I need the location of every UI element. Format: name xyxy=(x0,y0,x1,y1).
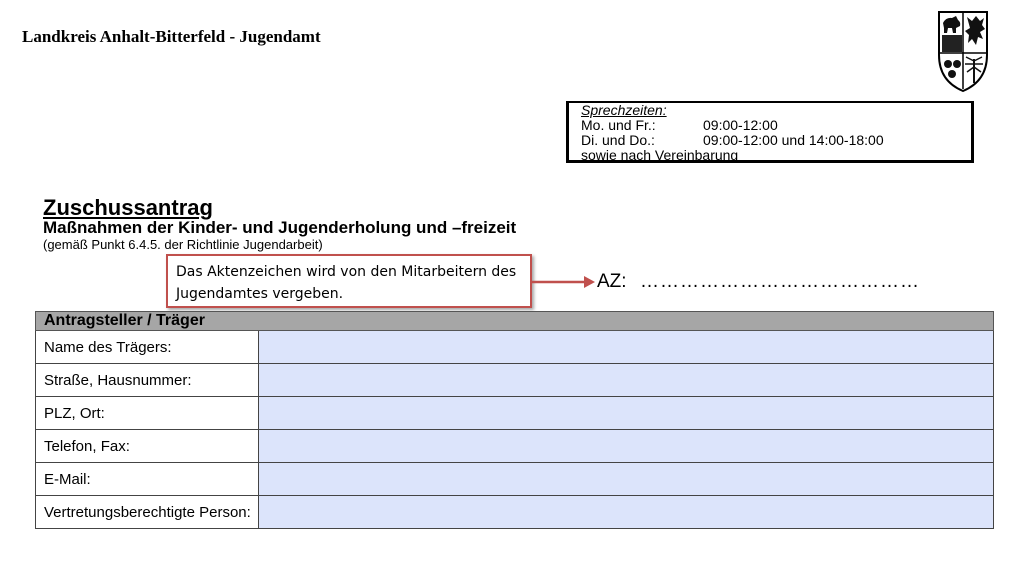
email-input[interactable] xyxy=(258,462,994,496)
form-row: Name des Trägers: xyxy=(35,330,994,364)
field-label: E-Mail: xyxy=(35,462,259,496)
form-row: Straße, Hausnummer: xyxy=(35,363,994,397)
form-section-title: Antragsteller / Träger xyxy=(35,311,994,331)
phone-fax-input[interactable] xyxy=(258,429,994,463)
document-subtitle: Maßnahmen der Kinder- und Jugenderholung… xyxy=(43,218,517,237)
document-note: (gemäß Punkt 6.4.5. der Richtlinie Jugen… xyxy=(43,237,323,252)
office-hours-times: 09:00-12:00 xyxy=(703,117,778,133)
form-section-header: Antragsteller / Träger xyxy=(35,311,994,331)
form-row: E-Mail: xyxy=(35,462,994,496)
office-hours-box: Sprechzeiten: Mo. und Fr.: 09:00-12:00 D… xyxy=(566,101,974,163)
form-row: Vertretungsberechtigte Person: xyxy=(35,495,994,529)
office-hours-days: Di. und Do.: xyxy=(581,132,655,148)
header-title: Landkreis Anhalt-Bitterfeld - Jugendamt xyxy=(22,27,321,46)
office-hours-days: Mo. und Fr.: xyxy=(581,117,656,133)
arrow-right-icon xyxy=(532,276,595,288)
office-hours-heading: Sprechzeiten: xyxy=(581,102,667,118)
representative-input[interactable] xyxy=(258,495,994,529)
carrier-name-input[interactable] xyxy=(258,330,994,364)
applicant-form: Antragsteller / Träger Name des Trägers:… xyxy=(35,311,994,529)
form-row: PLZ, Ort: xyxy=(35,396,994,430)
az-label: AZ: xyxy=(597,271,627,292)
az-input[interactable]: …………………………………… xyxy=(640,271,920,293)
field-label: Vertretungsberechtigte Person: xyxy=(35,495,259,529)
office-hours-row: Mo. und Fr.: 09:00-12:00 xyxy=(581,118,971,133)
field-label: Telefon, Fax: xyxy=(35,429,259,463)
callout-box: Das Aktenzeichen wird von den Mitarbeite… xyxy=(166,254,532,308)
field-label: PLZ, Ort: xyxy=(35,396,259,430)
street-input[interactable] xyxy=(258,363,994,397)
office-hours-row: Di. und Do.: 09:00-12:00 und 14:00-18:00 xyxy=(581,133,971,148)
field-label: Straße, Hausnummer: xyxy=(35,363,259,397)
postal-city-input[interactable] xyxy=(258,396,994,430)
office-hours-note: sowie nach Vereinbarung xyxy=(581,147,739,163)
coat-of-arms-icon xyxy=(938,11,988,93)
form-row: Telefon, Fax: xyxy=(35,429,994,463)
field-label: Name des Trägers: xyxy=(35,330,259,364)
office-hours-times: 09:00-12:00 und 14:00-18:00 xyxy=(703,132,884,148)
